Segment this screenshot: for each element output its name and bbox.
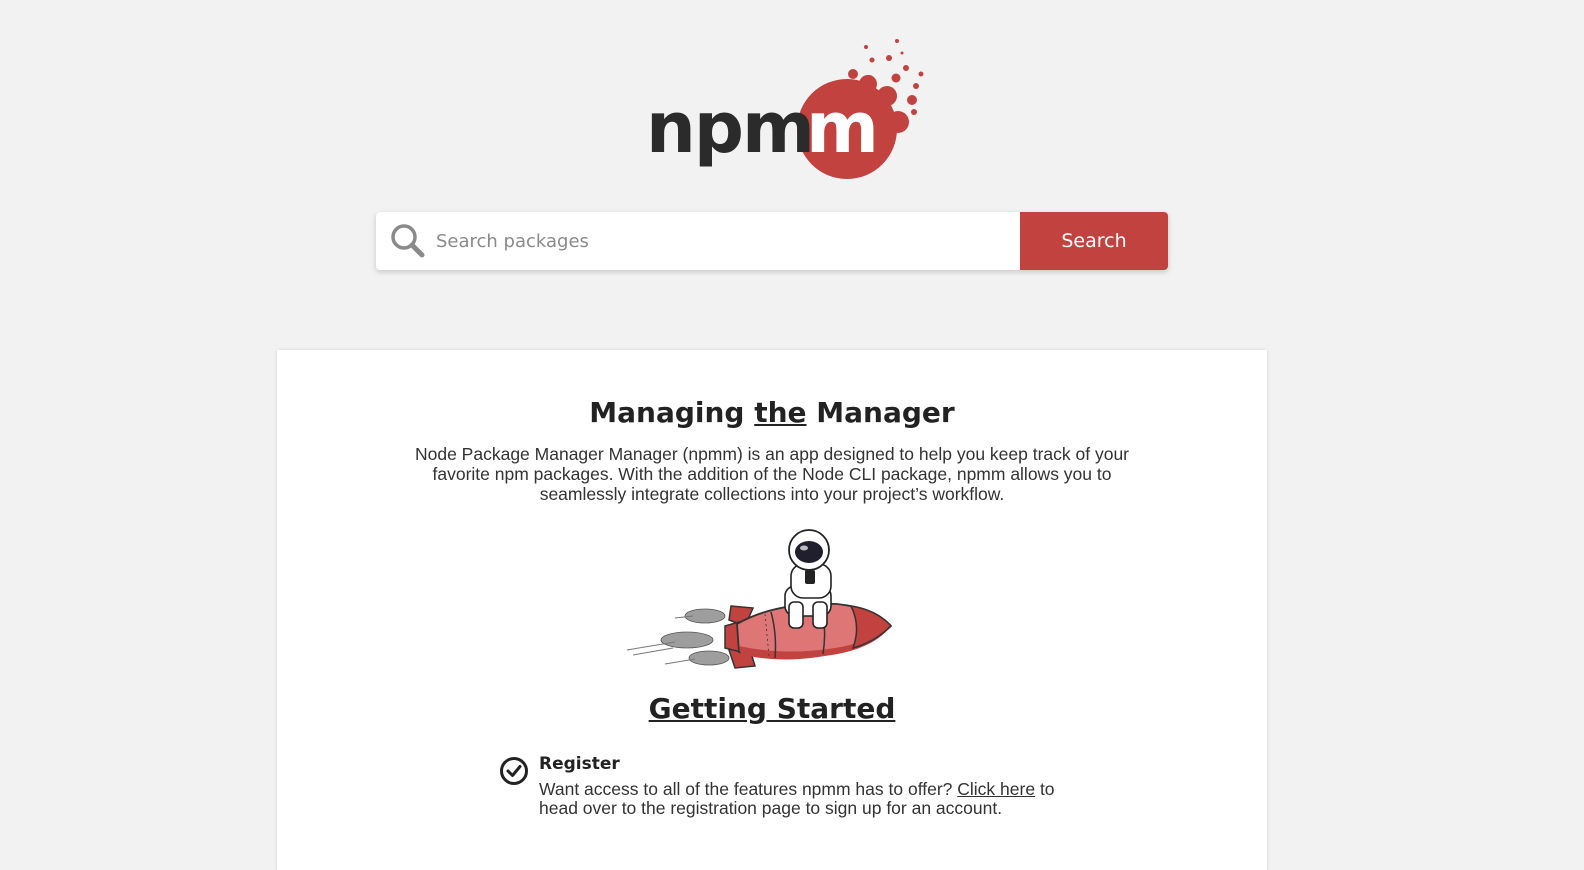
search-button[interactable]: Search [1020, 212, 1168, 270]
intro-description: Node Package Manager Manager (npmm) is a… [414, 444, 1130, 504]
title-part-after: Manager [806, 396, 955, 429]
page-title: Managing the Manager [277, 396, 1267, 429]
check-circle-icon [500, 757, 528, 785]
astronaut-rocket-illustration [626, 529, 893, 669]
title-part-before: Managing [589, 396, 755, 429]
step-text-before: Want access to all of the features npmm … [539, 779, 958, 799]
npmm-logo: npm m [646, 39, 924, 179]
search-input[interactable] [434, 220, 998, 262]
step-description: Want access to all of the features npmm … [539, 780, 1059, 818]
getting-started-title: Getting Started [648, 692, 896, 725]
search-field[interactable] [376, 212, 1020, 270]
register-link[interactable]: Click here [957, 779, 1035, 799]
search-bar: Search [376, 212, 1168, 270]
title-emphasis: the [754, 396, 807, 429]
step-title: Register [539, 754, 620, 774]
intro-card: Managing the Manager Node Package Manage… [277, 350, 1267, 870]
search-icon [391, 224, 425, 258]
svg-text:npm: npm [646, 87, 813, 169]
svg-text:m: m [806, 87, 879, 169]
